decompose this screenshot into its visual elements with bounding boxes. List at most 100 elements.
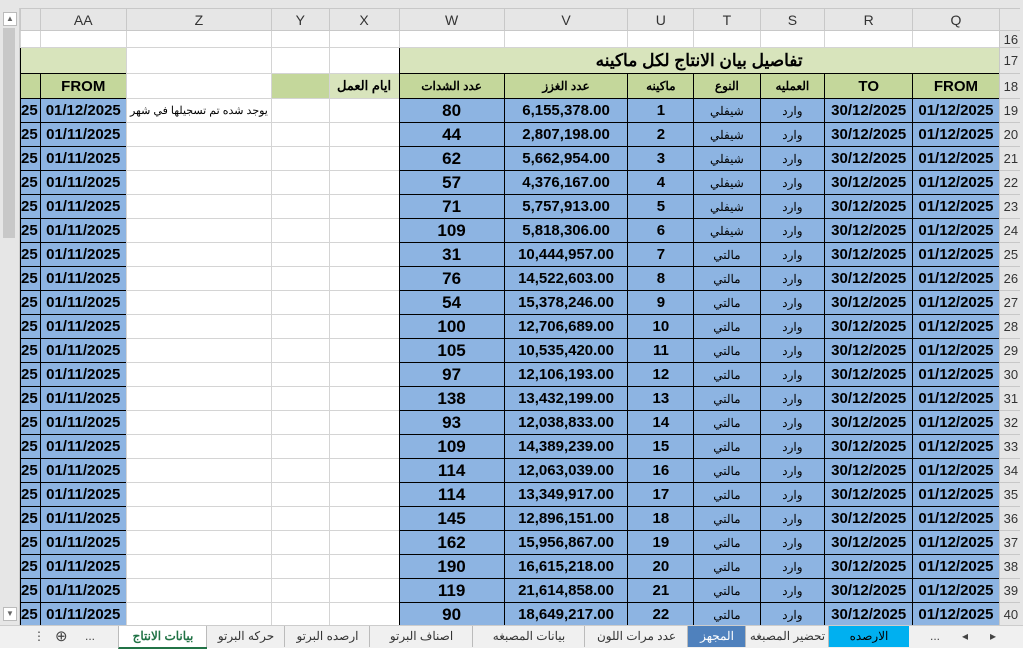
partial-cell[interactable]: 25 (20, 242, 41, 267)
from-cell[interactable]: 01/12/2025 (912, 314, 1000, 339)
partial-cell[interactable]: 25 (20, 602, 41, 627)
shots-count-cell[interactable]: 145 (398, 506, 505, 531)
yarn-count-cell[interactable]: 15,956,867.00 (503, 530, 629, 555)
aa-from-cell[interactable]: 01/11/2025 (39, 338, 127, 363)
row-header[interactable]: 27 (998, 290, 1023, 315)
from-cell[interactable]: 01/12/2025 (912, 266, 1000, 291)
z-cell[interactable] (125, 242, 272, 267)
operation-cell[interactable]: وارد (759, 410, 826, 435)
row-header[interactable]: 20 (998, 122, 1023, 147)
operation-cell[interactable]: وارد (759, 146, 826, 171)
type-cell[interactable]: مالتي (693, 482, 761, 507)
machine-cell[interactable]: 17 (627, 482, 695, 507)
shots-count-cell[interactable]: 114 (398, 482, 505, 507)
shots-count-cell[interactable]: 105 (398, 338, 505, 363)
tabs-more-right[interactable]: ... (930, 626, 940, 647)
operation-cell[interactable]: وارد (759, 386, 826, 411)
vertical-scrollbar[interactable]: ▲ ▼ (0, 8, 20, 625)
sheet-tab[interactable]: بيانات المصبغه (472, 626, 585, 647)
type-cell[interactable]: مالتي (693, 530, 761, 555)
scroll-down-icon[interactable]: ▼ (3, 607, 17, 621)
work-days-cell[interactable] (328, 122, 400, 147)
to-cell[interactable]: 30/12/2025 (824, 98, 914, 123)
column-header-aa[interactable]: AA (39, 8, 127, 31)
select-all-corner[interactable] (998, 8, 1023, 31)
shots-count-cell[interactable]: 190 (398, 554, 505, 579)
machine-cell[interactable]: 1 (627, 98, 695, 123)
work-days-cell[interactable] (328, 386, 400, 411)
empty-cell[interactable] (39, 30, 127, 48)
work-days-cell[interactable] (328, 266, 400, 291)
scroll-up-icon[interactable]: ▲ (3, 12, 17, 26)
z-cell[interactable] (125, 170, 272, 195)
machine-cell[interactable]: 14 (627, 410, 695, 435)
operation-cell[interactable]: وارد (759, 506, 826, 531)
column-header-partial[interactable] (20, 8, 41, 31)
to-cell[interactable]: 30/12/2025 (824, 530, 914, 555)
shots-count-cell[interactable]: 97 (398, 362, 505, 387)
z-cell[interactable] (125, 338, 272, 363)
machine-cell[interactable]: 2 (627, 122, 695, 147)
y-cell[interactable] (270, 386, 330, 411)
empty-cell[interactable] (270, 47, 330, 74)
row-header[interactable]: 36 (998, 506, 1023, 531)
partial-cell[interactable]: 25 (20, 362, 41, 387)
aa-from-cell[interactable]: 01/11/2025 (39, 146, 127, 171)
shots-count-cell[interactable]: 57 (398, 170, 505, 195)
aa-from-cell[interactable]: 01/11/2025 (39, 530, 127, 555)
type-cell[interactable]: مالتي (693, 314, 761, 339)
z-cell[interactable] (125, 434, 272, 459)
partial-cell[interactable]: 25 (20, 506, 41, 531)
operation-cell[interactable]: وارد (759, 482, 826, 507)
y-cell[interactable] (270, 98, 330, 123)
work-days-cell[interactable] (328, 146, 400, 171)
yarn-count-cell[interactable]: 15,378,246.00 (503, 290, 629, 315)
work-days-cell[interactable] (328, 218, 400, 243)
shots-count-cell[interactable]: 62 (398, 146, 505, 171)
operation-cell[interactable]: وارد (759, 458, 826, 483)
type-cell[interactable]: شيفلي (693, 98, 761, 123)
shots-count-cell[interactable]: 80 (398, 98, 505, 123)
operation-cell[interactable]: وارد (759, 434, 826, 459)
partial-cell[interactable]: 25 (20, 386, 41, 411)
from-cell[interactable]: 01/12/2025 (912, 506, 1000, 531)
shots-count-cell[interactable]: 71 (398, 194, 505, 219)
type-cell[interactable]: مالتي (693, 458, 761, 483)
sheet-tab[interactable]: حركه البرتو (206, 626, 285, 647)
to-cell[interactable]: 30/12/2025 (824, 290, 914, 315)
sheet-tab[interactable]: ارصده البرتو (284, 626, 370, 647)
to-cell[interactable]: 30/12/2025 (824, 482, 914, 507)
empty-cell[interactable] (20, 30, 41, 48)
shots-count-cell[interactable]: 31 (398, 242, 505, 267)
type-cell[interactable]: مالتي (693, 602, 761, 627)
sheet-tab[interactable]: الارصده (828, 626, 909, 647)
from-cell[interactable]: 01/12/2025 (912, 554, 1000, 579)
note-cell[interactable]: يوجد شده تم تسجيلها في شهر (125, 98, 272, 123)
y-cell[interactable] (270, 218, 330, 243)
machine-cell[interactable]: 20 (627, 554, 695, 579)
work-days-cell[interactable] (328, 506, 400, 531)
to-cell[interactable]: 30/12/2025 (824, 242, 914, 267)
row-header[interactable]: 38 (998, 554, 1023, 579)
sheet-tab[interactable]: تحضير المصبغه (745, 626, 829, 647)
machine-cell[interactable]: 10 (627, 314, 695, 339)
sheet-tab[interactable]: عدد مرات اللون (584, 626, 688, 647)
machine-cell[interactable]: 3 (627, 146, 695, 171)
work-days-cell[interactable] (328, 362, 400, 387)
partial-header-cell[interactable] (20, 73, 41, 99)
operation-cell[interactable]: وارد (759, 554, 826, 579)
partial-cell[interactable]: 25 (20, 290, 41, 315)
empty-cell[interactable] (125, 30, 272, 48)
aa-title-cell[interactable] (20, 47, 127, 74)
partial-cell[interactable]: 25 (20, 146, 41, 171)
type-cell[interactable]: مالتي (693, 578, 761, 603)
row-header-18[interactable]: 18 (998, 73, 1023, 99)
row-header[interactable]: 39 (998, 578, 1023, 603)
machine-cell[interactable]: 7 (627, 242, 695, 267)
partial-cell[interactable]: 25 (20, 554, 41, 579)
partial-cell[interactable]: 25 (20, 338, 41, 363)
y-cell[interactable] (270, 194, 330, 219)
operation-cell[interactable]: وارد (759, 290, 826, 315)
machine-cell[interactable]: 13 (627, 386, 695, 411)
shots-count-cell[interactable]: 93 (398, 410, 505, 435)
